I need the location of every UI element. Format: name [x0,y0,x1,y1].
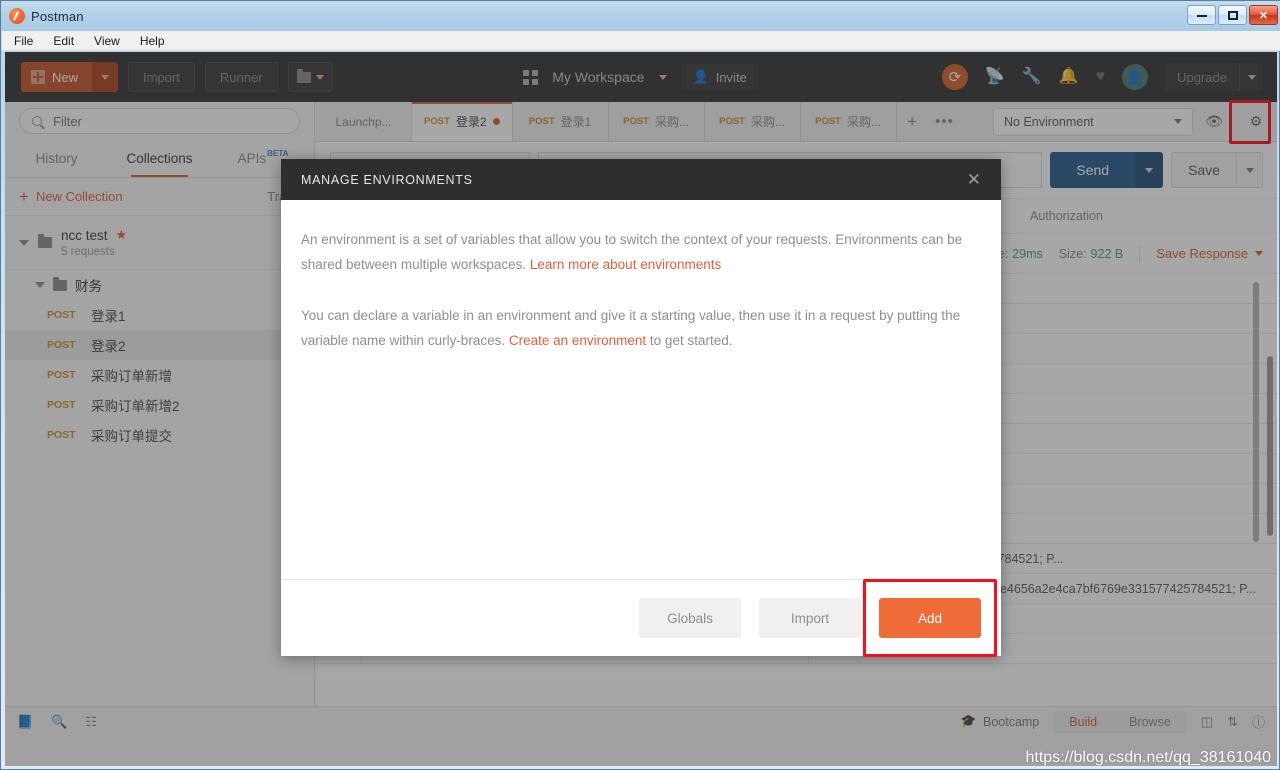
learn-more-link[interactable]: Learn more about environments [530,257,721,272]
watermark-url: https://blog.csdn.net/qq_38161040 [1025,749,1271,766]
menu-view[interactable]: View [94,34,120,48]
window-controls: ✕ [1187,5,1278,25]
globals-button[interactable]: Globals [639,598,741,638]
menu-edit[interactable]: Edit [53,34,74,48]
import-button[interactable]: Import [759,598,861,638]
menu-file[interactable]: File [14,34,33,48]
application-window: Postman ✕ File Edit View Help New Import… [0,0,1280,770]
add-button-wrapper: Add [863,579,997,657]
menu-help[interactable]: Help [140,34,165,48]
paragraph-2-text-post: to get started. [646,332,733,348]
manage-environments-modal: MANAGE ENVIRONMENTS ✕ An environment is … [281,159,1001,657]
close-icon[interactable]: ✕ [967,170,981,190]
maximize-button[interactable] [1218,5,1247,25]
minimize-button[interactable] [1187,5,1216,25]
modal-footer: Globals Import Add [281,579,1001,657]
add-button[interactable]: Add [879,598,981,638]
modal-paragraph-1: An environment is a set of variables tha… [301,228,981,278]
menu-bar: File Edit View Help [2,31,1280,51]
window-title: Postman [31,8,84,24]
modal-title: MANAGE ENVIRONMENTS [301,172,473,187]
close-button[interactable]: ✕ [1249,5,1278,25]
modal-paragraph-2: You can declare a variable in an environ… [301,304,981,354]
modal-header: MANAGE ENVIRONMENTS ✕ [281,159,1001,200]
postman-app: New Import Runner My Workspace 👤 Invite … [5,52,1277,766]
postman-logo-icon [9,8,25,24]
modal-body: An environment is a set of variables tha… [281,200,1001,579]
create-environment-link[interactable]: Create an environment [509,333,646,348]
title-bar: Postman ✕ [1,1,1280,31]
